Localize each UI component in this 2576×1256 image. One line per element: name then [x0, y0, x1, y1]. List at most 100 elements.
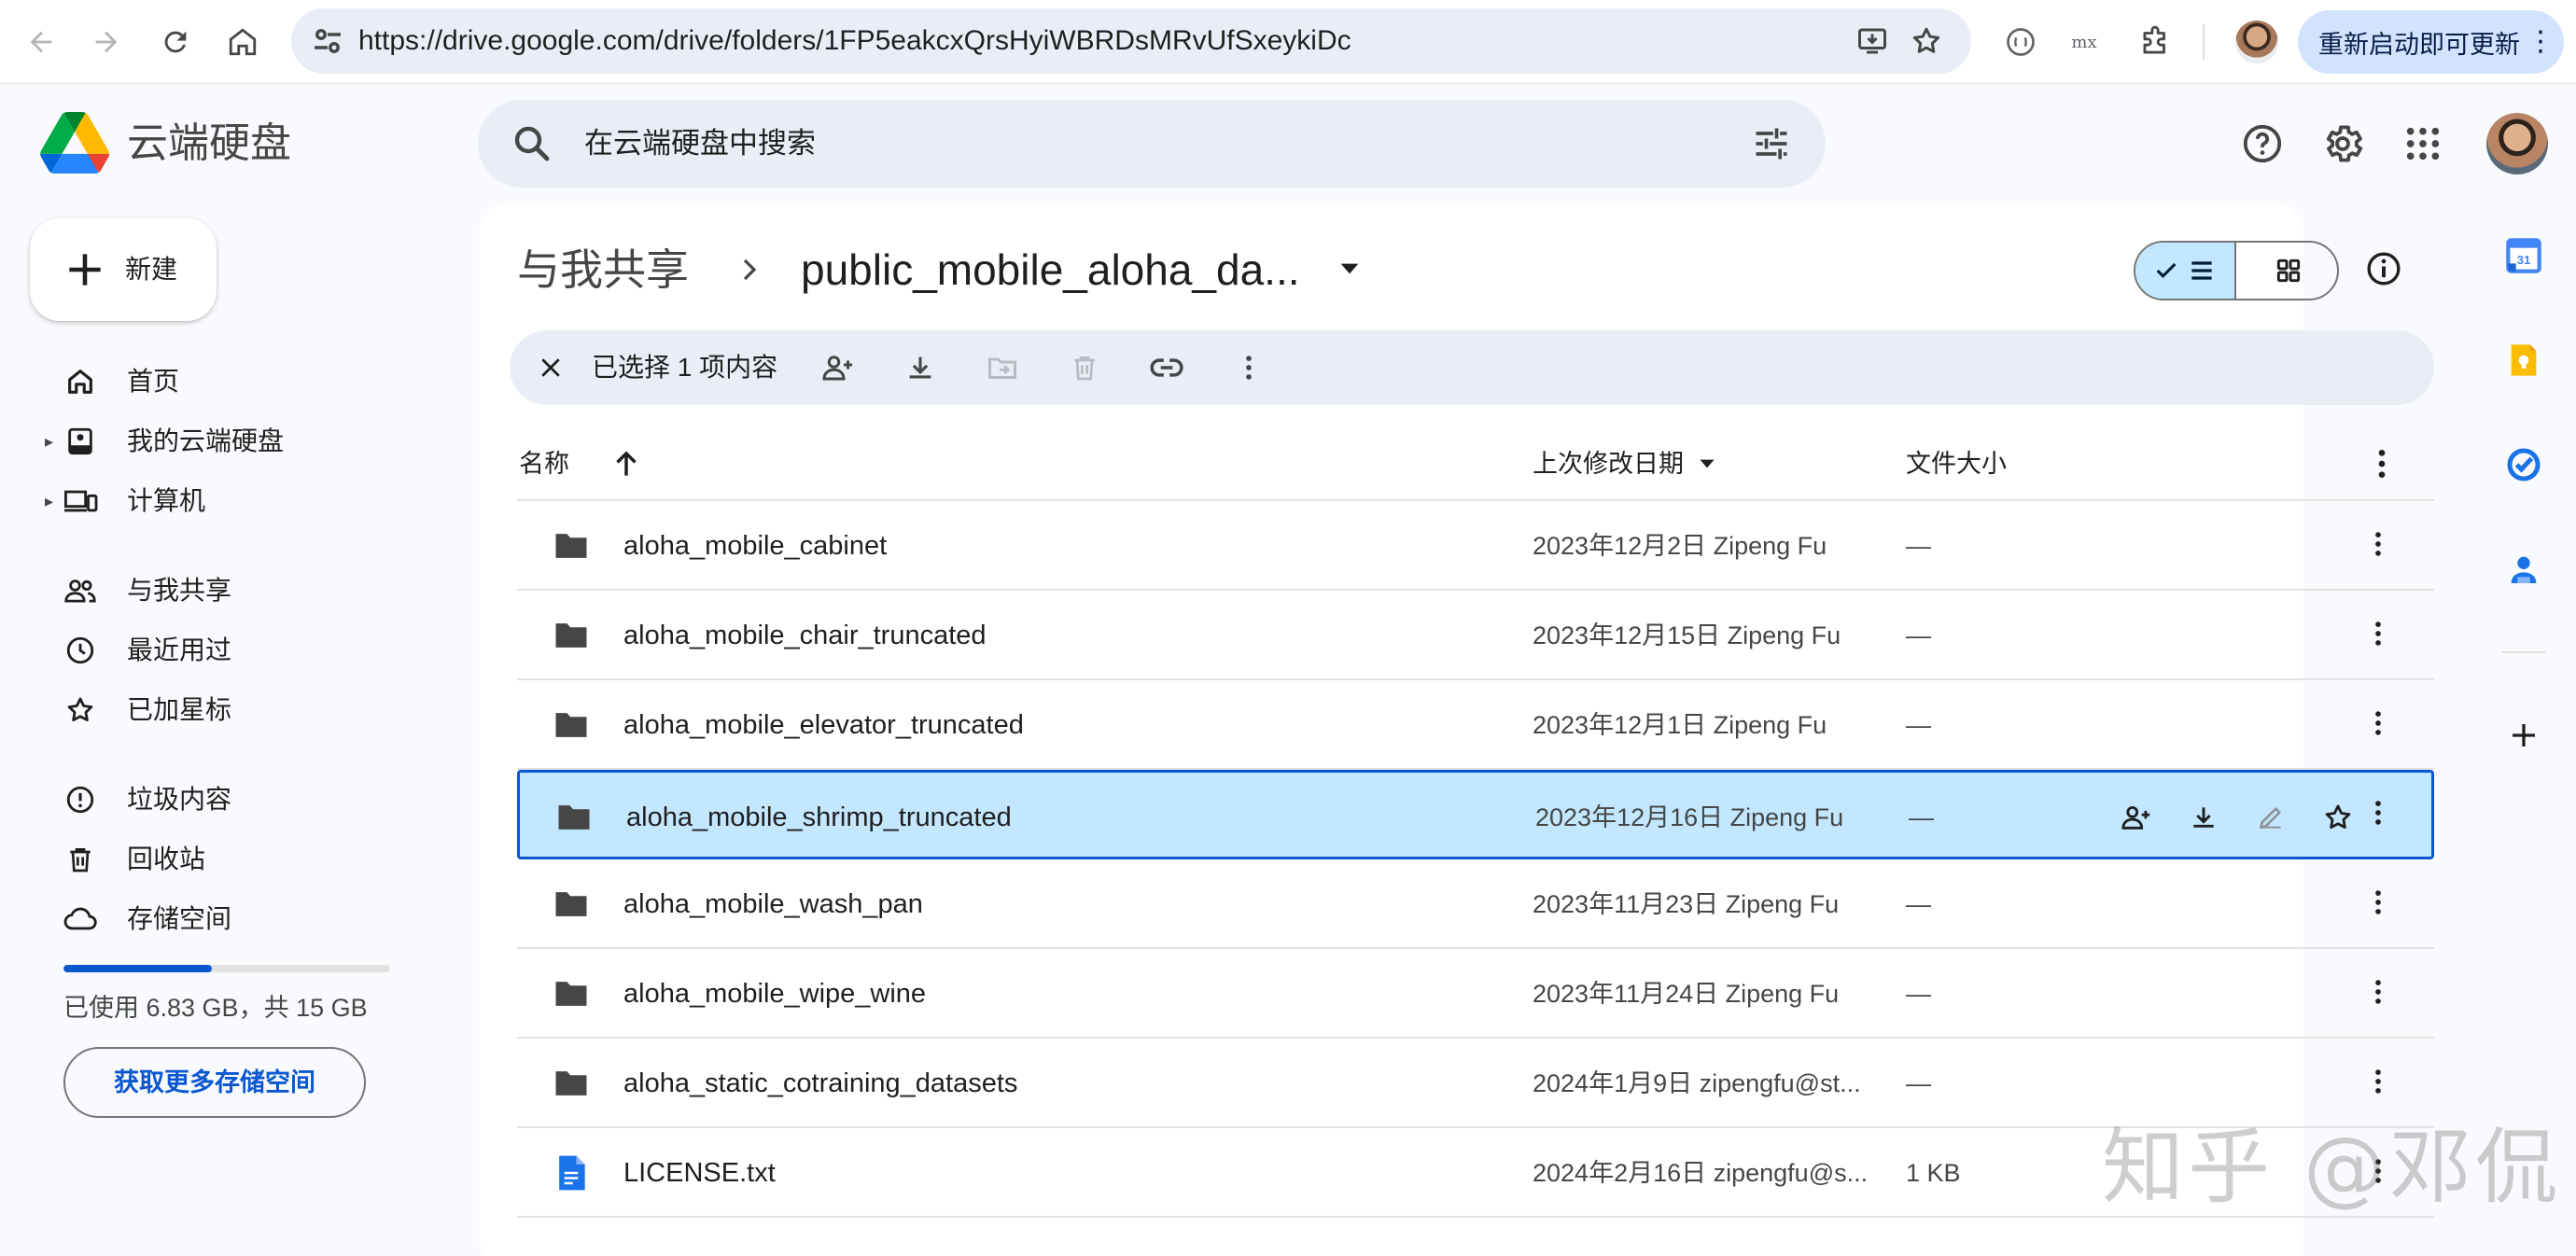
sidebar-item-label: 已加星标	[127, 695, 232, 724]
sidebar-item-trash[interactable]: 回收站	[28, 832, 420, 886]
row-more-button[interactable]	[2358, 525, 2399, 566]
install-app-icon[interactable]	[1852, 21, 1893, 62]
home-button[interactable]	[215, 14, 271, 70]
folder-row[interactable]: aloha_mobile_chair_truncated 2023年12月15日 …	[517, 591, 2434, 680]
tex-extension-icon[interactable]: mx	[2063, 21, 2106, 63]
delete-button[interactable]	[1064, 347, 1105, 388]
file-name[interactable]: aloha_mobile_cabinet	[623, 501, 887, 591]
file-name[interactable]: aloha_mobile_elevator_truncated	[623, 680, 1024, 770]
copy-link-button[interactable]	[1146, 347, 1187, 388]
extensions-puzzle-icon[interactable]	[2134, 21, 2177, 63]
caret-down-icon[interactable]	[1695, 452, 1719, 476]
relaunch-update-label: 重新启动即可更新	[2318, 30, 2520, 59]
get-addons-button[interactable]	[2503, 715, 2544, 756]
app-title[interactable]: 云端硬盘	[127, 114, 291, 174]
expand-arrow-icon[interactable]: ▸	[45, 474, 53, 528]
row-rename-button[interactable]	[2250, 797, 2291, 838]
folder-row[interactable]: aloha_mobile_wash_pan 2023年11月23日 Zipeng …	[517, 859, 2434, 949]
breadcrumb-current-folder[interactable]: public_mobile_aloha_da...	[801, 237, 1300, 302]
clear-selection-button[interactable]	[530, 347, 571, 388]
file-size: —	[1906, 890, 1931, 918]
file-name[interactable]: aloha_static_cotraining_datasets	[623, 1039, 1017, 1128]
extension-icon[interactable]	[1999, 21, 2042, 63]
browser-profile-avatar[interactable]	[2235, 21, 2278, 63]
arrow-left-icon	[30, 31, 52, 53]
apps-grid-icon[interactable]	[2397, 118, 2449, 170]
list-view-button[interactable]	[2135, 243, 2236, 299]
close-icon	[541, 358, 560, 377]
sidebar-item-home[interactable]: 首页	[28, 355, 420, 409]
forward-button[interactable]	[78, 14, 134, 70]
sidebar-item-starred[interactable]: 已加星标	[28, 683, 420, 737]
move-button[interactable]	[982, 347, 1023, 388]
column-options-more-icon[interactable]	[2363, 445, 2401, 482]
folder-row[interactable]: aloha_mobile_wipe_wine 2023年11月24日 Zipeng…	[517, 949, 2434, 1039]
row-share-button[interactable]	[2116, 797, 2157, 838]
address-bar[interactable]: https://drive.google.com/drive/folders/1…	[291, 8, 1971, 74]
folder-row[interactable]: aloha_mobile_shrimp_truncated 2023年12月16日…	[517, 770, 2434, 859]
storage-usage-fill	[63, 965, 213, 972]
grid-view-button[interactable]	[2238, 243, 2337, 299]
row-more-button[interactable]	[2358, 794, 2399, 835]
google-drive-logo[interactable]	[39, 112, 110, 174]
file-name[interactable]: LICENSE.txt	[623, 1128, 776, 1218]
search-input[interactable]: 在云端硬盘中搜索	[478, 100, 1826, 188]
search-icon[interactable]	[510, 121, 554, 166]
more-vert-icon	[2362, 618, 2394, 654]
star-icon	[2325, 804, 2351, 830]
row-more-button[interactable]	[2358, 884, 2399, 925]
row-more-button[interactable]	[2358, 705, 2399, 746]
row-more-button[interactable]	[2358, 973, 2399, 1014]
settings-gear-icon[interactable]	[2317, 118, 2369, 170]
row-download-button[interactable]	[2183, 797, 2224, 838]
sort-arrow-up-icon[interactable]	[609, 446, 644, 481]
url-text[interactable]: https://drive.google.com/drive/folders/1…	[358, 8, 1351, 74]
share-button[interactable]	[818, 347, 859, 388]
file-name[interactable]: aloha_mobile_shrimp_truncated	[626, 773, 1012, 862]
folder-row[interactable]: aloha_mobile_elevator_truncated 2023年12月1…	[517, 680, 2434, 770]
reload-icon	[164, 31, 187, 53]
file-size: —	[1906, 532, 1931, 560]
account-avatar[interactable]	[2486, 113, 2548, 174]
tasks-app-icon[interactable]	[2503, 444, 2544, 485]
bookmark-star-icon[interactable]	[1906, 21, 1947, 62]
file-name[interactable]: aloha_mobile_wash_pan	[623, 859, 923, 949]
column-header-size[interactable]: 文件大小	[1906, 437, 2007, 491]
get-more-storage-button[interactable]: 获取更多存储空间	[63, 1047, 366, 1118]
more-actions-button[interactable]	[1228, 347, 1269, 388]
reload-button[interactable]	[147, 14, 203, 70]
support-icon[interactable]	[2236, 118, 2289, 170]
folder-icon	[555, 623, 587, 648]
column-header-name[interactable]: 名称	[519, 437, 569, 491]
file-name[interactable]: aloha_mobile_wipe_wine	[623, 949, 926, 1039]
keep-app-icon[interactable]	[2503, 340, 2544, 381]
person-add-icon	[2121, 805, 2150, 830]
row-more-button[interactable]	[2358, 1063, 2399, 1104]
details-info-button[interactable]	[2359, 244, 2408, 293]
folder-row[interactable]: aloha_mobile_cabinet 2023年12月2日 Zipeng Fu…	[517, 501, 2434, 591]
sidebar-item-shared-with-me[interactable]: 与我共享	[28, 564, 420, 618]
search-options-icon[interactable]	[1751, 123, 1792, 164]
sidebar-item-spam[interactable]: 垃圾内容	[28, 773, 420, 827]
sidebar-item-label: 我的云端硬盘	[127, 426, 285, 455]
sidebar-item-recent[interactable]: 最近用过	[28, 623, 420, 677]
back-button[interactable]	[13, 14, 69, 70]
sidebar-item-storage[interactable]: 存储空间	[28, 892, 420, 946]
download-button[interactable]	[900, 347, 941, 388]
file-name[interactable]: aloha_mobile_chair_truncated	[623, 591, 987, 680]
sidebar-item-my-drive[interactable]: ▸ 我的云端硬盘	[28, 414, 420, 468]
calendar-app-icon[interactable]: 31	[2503, 235, 2544, 276]
site-settings-icon[interactable]	[308, 21, 347, 61]
view-toggle	[2134, 241, 2339, 300]
caret-down-icon[interactable]	[1335, 254, 1365, 284]
sidebar-item-computers[interactable]: ▸ 计算机	[28, 474, 420, 528]
contacts-app-icon[interactable]	[2503, 549, 2544, 590]
new-button[interactable]: 新建	[30, 218, 217, 321]
breadcrumb-parent[interactable]: 与我共享	[517, 237, 689, 302]
file-size: —	[1906, 1069, 1931, 1097]
row-star-button[interactable]	[2317, 797, 2359, 838]
relaunch-update-button[interactable]: 重新启动即可更新 ⋮	[2298, 10, 2564, 74]
row-more-button[interactable]	[2358, 615, 2399, 656]
expand-arrow-icon[interactable]: ▸	[45, 414, 53, 468]
column-header-modified[interactable]: 上次修改日期	[1533, 437, 1684, 491]
